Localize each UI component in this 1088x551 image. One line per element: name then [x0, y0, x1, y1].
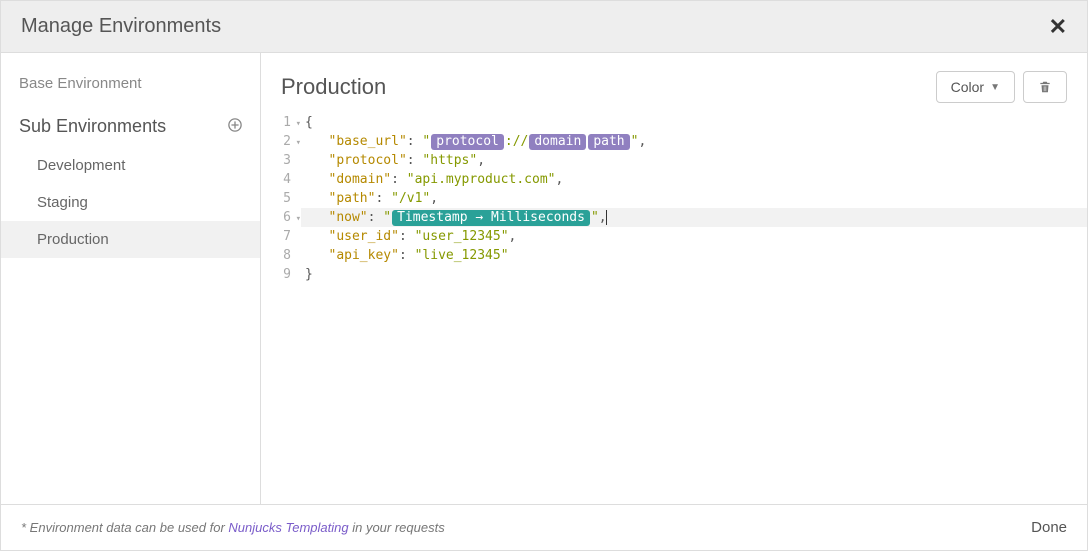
- template-tag-timestamp[interactable]: Timestamp → Milliseconds: [392, 210, 590, 226]
- text-cursor: [606, 210, 607, 225]
- nunjucks-link[interactable]: Nunjucks Templating: [228, 520, 348, 535]
- modal-title: Manage Environments: [21, 15, 221, 38]
- environment-list: Development Staging Production: [1, 147, 260, 258]
- sub-environments-heading: Sub Environments: [19, 116, 166, 137]
- modal-footer: * Environment data can be used for Nunju…: [1, 504, 1087, 550]
- footer-note: * Environment data can be used for Nunju…: [21, 520, 445, 535]
- editor-line: 6▾ "now": "Timestamp → Milliseconds",: [261, 208, 1087, 227]
- editor-line: 2▾ "base_url": "protocol://domainpath",: [261, 132, 1087, 151]
- template-tag-path[interactable]: path: [588, 134, 629, 150]
- done-button[interactable]: Done: [1031, 519, 1067, 536]
- base-environment-link[interactable]: Base Environment: [1, 75, 260, 116]
- editor-line: 7 "user_id": "user_12345",: [261, 227, 1087, 246]
- add-environment-icon[interactable]: [228, 118, 242, 136]
- editor-line: 5 "path": "/v1",: [261, 189, 1087, 208]
- env-item-development[interactable]: Development: [1, 147, 260, 184]
- trash-icon: [1038, 80, 1052, 94]
- env-item-staging[interactable]: Staging: [1, 184, 260, 221]
- editor-line: 4 "domain": "api.myproduct.com",: [261, 170, 1087, 189]
- json-editor[interactable]: 1▾ { 2▾ "base_url": "protocol://domainpa…: [261, 113, 1087, 504]
- modal-header: Manage Environments ✕: [1, 1, 1087, 53]
- template-tag-protocol[interactable]: protocol: [431, 134, 504, 150]
- env-item-production[interactable]: Production: [1, 221, 260, 258]
- delete-environment-button[interactable]: [1023, 71, 1067, 103]
- editor-line: 3 "protocol": "https",: [261, 151, 1087, 170]
- environment-name[interactable]: Production: [281, 74, 386, 100]
- sidebar: Base Environment Sub Environments Develo…: [1, 53, 261, 504]
- template-tag-domain[interactable]: domain: [529, 134, 586, 150]
- editor-line: 1▾ {: [261, 113, 1087, 132]
- chevron-down-icon: ▼: [990, 82, 1000, 93]
- close-icon[interactable]: ✕: [1049, 16, 1067, 38]
- editor-line: 9 }: [261, 265, 1087, 284]
- editor-line: 8 "api_key": "live_12345": [261, 246, 1087, 265]
- color-dropdown[interactable]: Color ▼: [936, 71, 1015, 103]
